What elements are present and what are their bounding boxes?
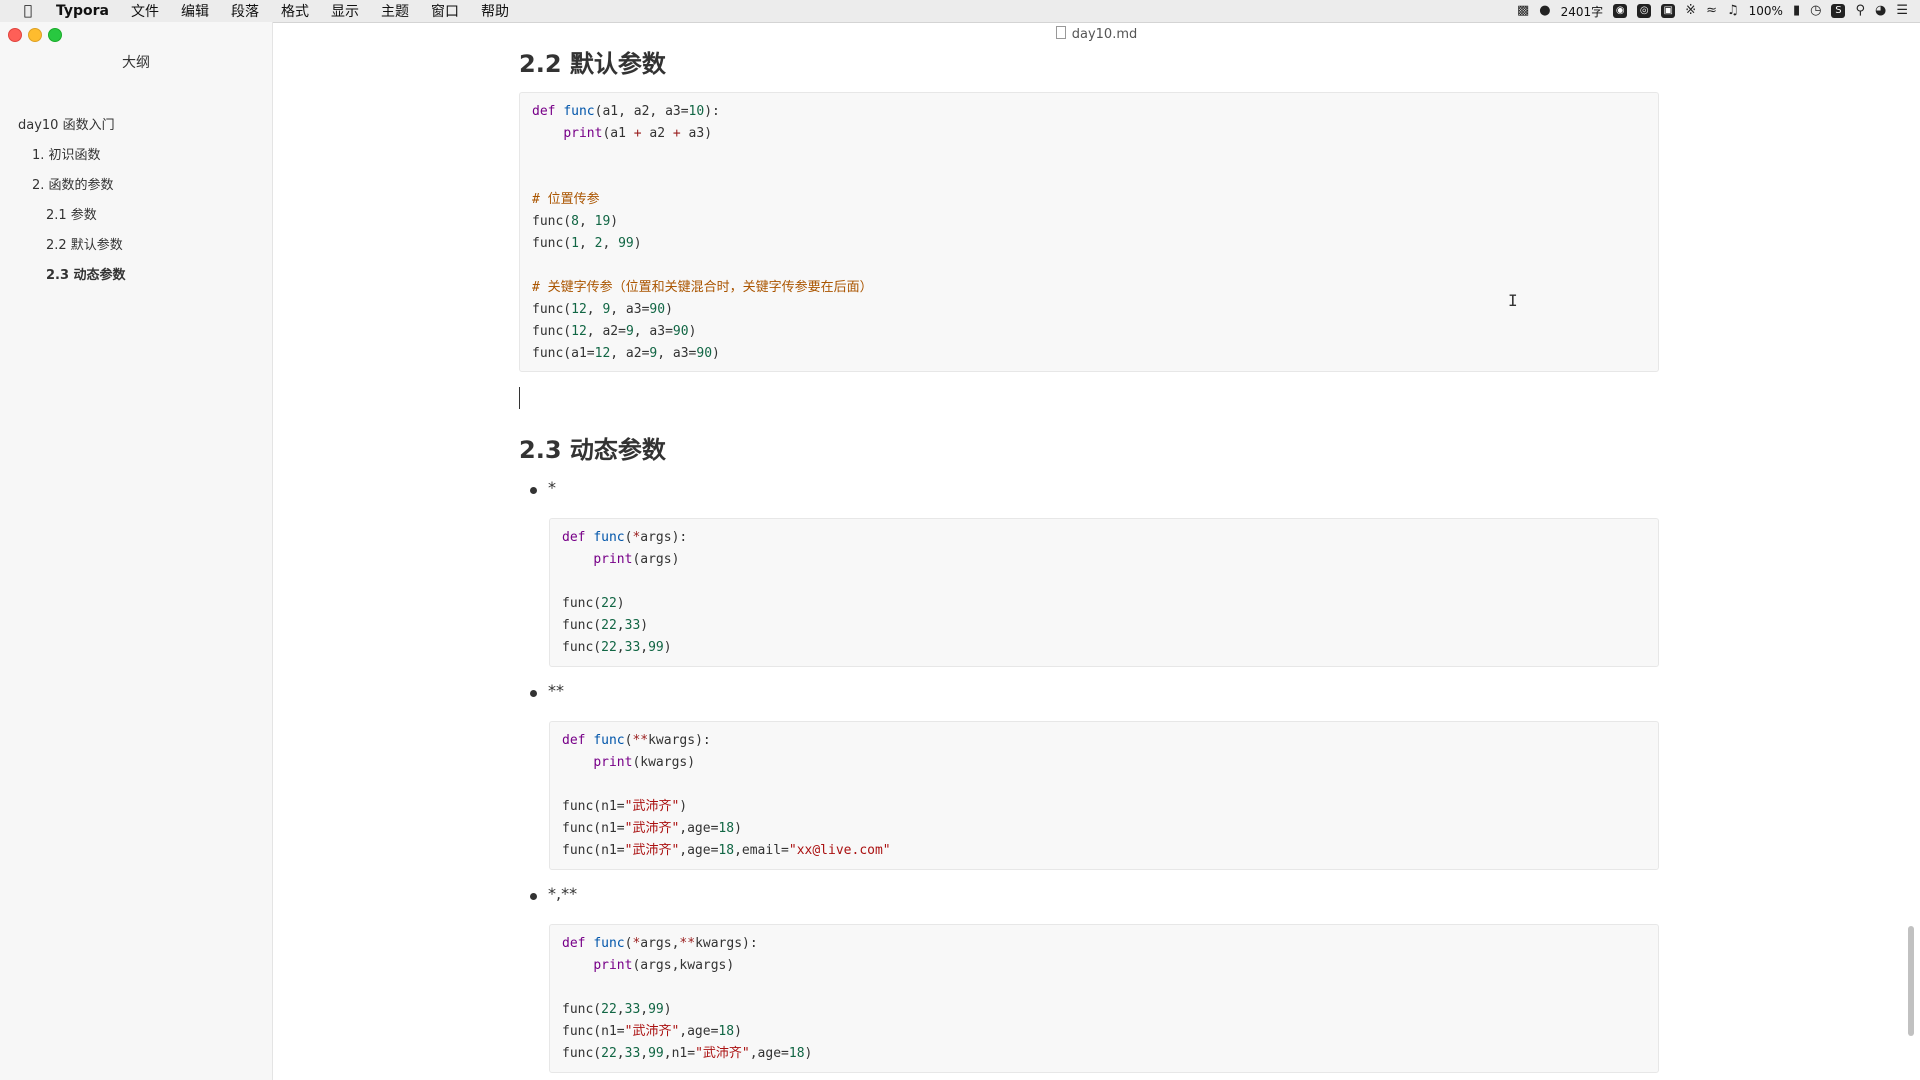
- code-block[interactable]: def func(**kwargs): print(kwargs) func(n…: [549, 721, 1659, 870]
- code-line: def func(**kwargs):: [562, 733, 711, 748]
- list-item-args-kwargs[interactable]: *,**: [548, 884, 577, 903]
- outline-item-2-2[interactable]: 2.2 默认参数: [46, 234, 123, 253]
- menu-paragraph[interactable]: 段落: [220, 1, 270, 21]
- list-item-kwargs[interactable]: **: [548, 681, 564, 700]
- outline-item-1[interactable]: 1. 初识函数: [32, 144, 101, 163]
- menu-theme[interactable]: 主题: [370, 1, 420, 21]
- apple-icon[interactable]: : [18, 3, 38, 19]
- close-window-button[interactable]: [8, 28, 22, 42]
- menu-bar:  Typora 文件 编辑 段落 格式 显示 主题 窗口 帮助 ▩ ● 240…: [0, 0, 1920, 23]
- outline-item-2[interactable]: 2. 函数的参数: [32, 174, 114, 193]
- bullet-icon: [530, 893, 537, 900]
- input-icon[interactable]: ◉: [1613, 4, 1628, 18]
- menu-edit[interactable]: 编辑: [170, 1, 220, 21]
- bullet-icon: [530, 487, 537, 494]
- code-block[interactable]: def func(a1, a2, a3=10): print(a1 + a2 +…: [519, 92, 1659, 372]
- list-icon[interactable]: ☰: [1896, 0, 1908, 22]
- wechat-icon[interactable]: ●: [1539, 0, 1550, 22]
- outline-title: 大纲: [122, 55, 150, 71]
- code-line: print(args,kwargs): [593, 958, 735, 973]
- code-line: func(22,33,99,n1="武沛齐",age=18): [562, 1046, 813, 1061]
- text-caret: [519, 387, 520, 409]
- code-line: func(n1="武沛齐",age=18): [562, 821, 742, 836]
- filename: day10.md: [1071, 27, 1138, 42]
- bluetooth-icon[interactable]: ※: [1685, 0, 1696, 22]
- volume-icon[interactable]: ♫: [1727, 0, 1739, 22]
- code-line: func(1, 2, 99): [532, 236, 642, 251]
- outline-item-2-3[interactable]: 2.3 动态参数: [46, 264, 126, 283]
- camera-icon[interactable]: ▩: [1517, 0, 1529, 22]
- code-line: print(a1 + a2 + a3): [563, 126, 713, 141]
- bullet-icon: [530, 690, 537, 697]
- code-line: def func(*args):: [562, 530, 688, 545]
- code-line: # 位置传参: [532, 192, 600, 207]
- code-line: print(kwargs): [593, 755, 696, 770]
- menu-file[interactable]: 文件: [120, 1, 170, 21]
- vertical-scrollbar[interactable]: [1908, 926, 1914, 1036]
- minimize-window-button[interactable]: [28, 28, 42, 42]
- app-icon[interactable]: S: [1831, 4, 1846, 18]
- code-line: func(22,33,99): [562, 1002, 672, 1017]
- code-line: func(12, a2=9, a3=90): [532, 324, 697, 339]
- wifi-icon[interactable]: ≈: [1706, 0, 1717, 22]
- code-line: func(n1="武沛齐",age=18,email="xx@live.com": [562, 843, 891, 858]
- list-item-args[interactable]: *: [548, 478, 556, 497]
- document-icon: [1055, 26, 1066, 39]
- clock-icon[interactable]: ◷: [1810, 0, 1821, 22]
- menu-help[interactable]: 帮助: [470, 1, 520, 21]
- code-line: func(n1="武沛齐"): [562, 799, 688, 814]
- mic-icon[interactable]: ◎: [1637, 4, 1652, 18]
- outline-item-day10[interactable]: day10 函数入门: [18, 114, 115, 133]
- code-block[interactable]: def func(*args): print(args) func(22) fu…: [549, 518, 1659, 667]
- code-line: def func(*args,**kwargs):: [562, 936, 758, 951]
- ime-icon[interactable]: ▣: [1661, 4, 1676, 18]
- code-line: func(22,33,99): [562, 640, 672, 655]
- menu-window[interactable]: 窗口: [420, 1, 470, 21]
- code-line: func(22,33): [562, 618, 649, 633]
- code-line: func(a1=12, a2=9, a3=90): [532, 346, 720, 361]
- search-icon[interactable]: ⚲: [1855, 0, 1865, 22]
- code-block[interactable]: def func(*args,**kwargs): print(args,kwa…: [549, 924, 1659, 1073]
- siri-icon[interactable]: ◕: [1875, 0, 1886, 22]
- status-area: ▩ ● 2401字 ◉ ◎ ▣ ※ ≈ ♫ 100% ▮ ◷ S ⚲ ◕ ☰: [1517, 0, 1908, 22]
- word-count[interactable]: 2401字: [1561, 3, 1604, 20]
- code-line: # 关键字传参（位置和关键混合时，关键字传参要在后面）: [532, 280, 873, 295]
- outline-item-2-1[interactable]: 2.1 参数: [46, 204, 97, 223]
- heading-default-params[interactable]: 2.2 默认参数: [519, 44, 666, 79]
- ibeam-cursor-icon: I: [1508, 291, 1518, 310]
- menu-app[interactable]: Typora: [50, 3, 120, 19]
- battery-icon[interactable]: ▮: [1793, 0, 1800, 22]
- heading-dynamic-params[interactable]: 2.3 动态参数: [519, 430, 666, 465]
- code-line: print(args): [593, 552, 680, 567]
- maximize-window-button[interactable]: [48, 28, 62, 42]
- code-line: func(12, 9, a3=90): [532, 302, 673, 317]
- code-line: func(22): [562, 596, 625, 611]
- outline-sidebar: 大纲 day10 函数入门 1. 初识函数 2. 函数的参数 2.1 参数 2.…: [0, 22, 273, 1080]
- code-line: func(8, 19): [532, 214, 619, 229]
- code-line: def func(a1, a2, a3=10):: [532, 104, 720, 119]
- code-line: func(n1="武沛齐",age=18): [562, 1024, 742, 1039]
- battery-percent[interactable]: 100%: [1749, 4, 1783, 18]
- menu-view[interactable]: 显示: [320, 1, 370, 21]
- menu-format[interactable]: 格式: [270, 1, 320, 21]
